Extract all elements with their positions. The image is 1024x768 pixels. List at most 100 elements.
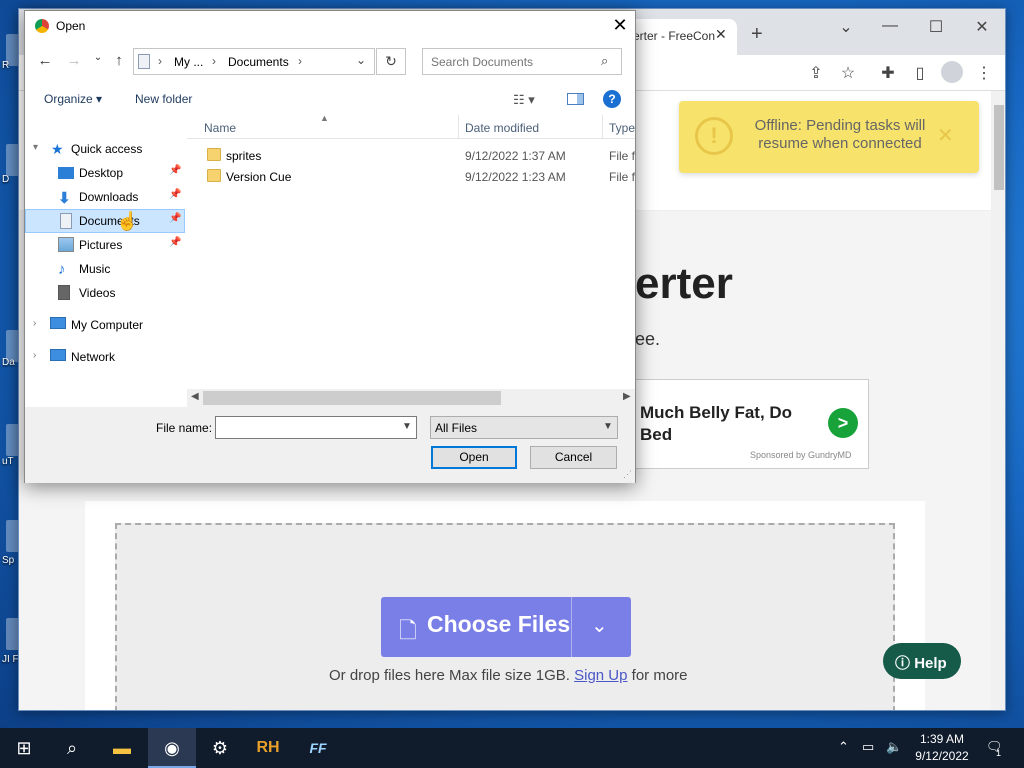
volume-icon[interactable]: 🔈 [886,739,902,755]
taskbar: ⊞ ⌕ ▬ ◉ ⚙ RH FF ⌃ ▭ 🔈 1:39 AM 9/12/2022 … [0,728,1024,768]
scroll-left-icon[interactable]: ◀ [191,391,199,402]
chevron-right-icon[interactable]: › [158,54,162,68]
expand-icon[interactable]: › [33,350,36,361]
close-window-icon[interactable]: ✕ [967,17,997,37]
forward-arrow-icon[interactable]: → [65,52,83,69]
nav-item-downloads[interactable]: ⬇ Downloads 📌 [25,185,185,209]
chevron-right-icon[interactable]: › [298,54,302,68]
ad-arrow-icon[interactable]: > [828,408,858,438]
column-name[interactable]: Name [204,121,236,135]
search-input[interactable] [423,49,595,74]
refresh-icon[interactable]: ↻ [376,48,406,75]
file-plus-icon: 🗋 [399,618,417,643]
toast-close-icon[interactable]: ✕ [937,123,954,148]
file-type-value: All Files [435,421,478,435]
cancel-button[interactable]: Cancel [530,446,617,469]
scrollbar-thumb[interactable] [203,391,501,405]
nav-item-my-computer[interactable]: › My Computer [25,313,185,337]
chrome-icon [35,19,49,33]
pin-icon: 📌 [169,189,182,200]
desktop-shortcut-label: Sp [2,555,15,566]
settings-gear-icon[interactable]: ⚙ [196,728,244,768]
column-divider[interactable] [602,115,603,139]
file-row[interactable]: Version Cue 9/12/2022 1:23 AM File folde… [187,166,635,187]
side-panel-icon[interactable]: ▯ [909,63,931,83]
dialog-navbar: ← → ⌄ ↑ › My ... › Documents › ⌄ ↻ ⌕ [25,41,635,81]
chrome-icon[interactable]: ◉ [148,728,196,768]
maximize-icon[interactable]: ☐ [921,17,951,37]
column-type[interactable]: Type [609,121,635,135]
search-box[interactable]: ⌕ [422,48,622,75]
tab-close-icon[interactable]: ✕ [715,26,727,43]
scroll-right-icon[interactable]: ▶ [623,391,631,402]
chevron-down-icon[interactable]: ▼ [402,421,412,432]
bookmark-star-icon[interactable]: ☆ [837,63,859,83]
nav-item-network[interactable]: › Network [25,345,185,369]
nav-item-documents[interactable]: Documents 📌 [25,209,185,233]
extensions-icon[interactable]: ✚ [877,63,899,83]
computer-icon [50,317,66,329]
pin-icon: 📌 [169,165,182,176]
dialog-titlebar: Open ✕ [25,11,635,41]
advertisement[interactable]: Much Belly Fat, Do Bed > Sponsored by Gu… [619,379,869,469]
dialog-title: Open [56,19,86,33]
view-options-icon[interactable]: ☷ ▾ [513,92,535,108]
resize-grip-icon[interactable]: ⋰ [623,469,632,480]
sign-up-link[interactable]: Sign Up [574,667,627,684]
chevron-right-icon[interactable]: › [212,54,216,68]
help-button[interactable]: ⓘ Help [883,643,961,679]
chevron-down-icon[interactable]: ⌄ [591,613,608,638]
network-icon [50,349,66,361]
organize-menu[interactable]: Organize ▾ [44,92,102,106]
nav-item-videos[interactable]: Videos [25,281,185,305]
chevron-down-icon[interactable]: ⌄ [356,53,366,67]
column-divider[interactable] [458,115,459,139]
drop-zone[interactable]: 🗋 Choose Files ⌄ Or drop files here Max … [115,523,895,710]
chevron-up-icon[interactable]: ⌃ [838,739,849,755]
help-icon[interactable]: ? [603,90,621,108]
minimize-icon[interactable]: — [875,17,905,35]
rh-app-icon[interactable]: RH [244,728,292,768]
expand-icon[interactable]: ▾ [33,142,38,153]
upload-area: 🗋 Choose Files ⌄ Or drop files here Max … [85,501,925,710]
nav-item-label: Network [71,350,116,364]
address-bar[interactable]: › My ... › Documents › ⌄ [133,48,375,75]
recent-locations-icon[interactable]: ⌄ [89,52,107,63]
tab-search-icon[interactable]: ⌄ [831,17,861,37]
choose-files-button[interactable]: 🗋 Choose Files ⌄ [381,597,631,657]
ff-app-icon[interactable]: FF [294,728,342,768]
breadcrumb-segment[interactable]: My ... [174,55,203,69]
page-scrollbar[interactable] [991,91,1005,710]
close-icon[interactable]: ✕ [608,15,632,36]
scrollbar-thumb[interactable] [994,105,1004,190]
back-arrow-icon[interactable]: ← [36,52,54,69]
network-tray-icon[interactable]: ▭ [862,739,874,755]
nav-item-pictures[interactable]: Pictures 📌 [25,233,185,257]
clock[interactable]: 1:39 AM 9/12/2022 [912,731,972,765]
nav-item-music[interactable]: ♪ Music [25,257,185,281]
new-tab-icon[interactable]: + [751,23,763,46]
column-date-modified[interactable]: Date modified [465,121,539,135]
nav-item-label: My Computer [71,318,144,332]
desktop-shortcut-label: Da [2,357,15,368]
nav-item-label: Videos [79,286,116,300]
expand-icon[interactable]: › [33,318,36,329]
file-type-select[interactable]: All Files ▼ [430,416,618,439]
menu-icon[interactable]: ⋮ [973,63,995,83]
file-row[interactable]: sprites 9/12/2022 1:37 AM File folder [187,145,635,166]
profile-avatar[interactable] [941,61,963,83]
new-folder-button[interactable]: New folder [135,92,192,106]
nav-item-quick-access[interactable]: ▾ ★ Quick access [25,137,185,161]
share-icon[interactable]: ⇪ [805,63,827,83]
windows-start-icon[interactable]: ⊞ [0,728,48,768]
file-explorer-icon[interactable]: ▬ [98,728,146,768]
up-arrow-icon[interactable]: ↑ [110,52,128,69]
preview-pane-icon[interactable] [567,93,584,105]
search-icon[interactable]: ⌕ [48,728,96,768]
file-name-input[interactable] [215,416,417,439]
nav-item-desktop[interactable]: Desktop 📌 [25,161,185,185]
breadcrumb-segment[interactable]: Documents [228,55,289,69]
open-button[interactable]: Open [431,446,517,469]
horizontal-scrollbar[interactable]: ◀ ▶ [187,389,635,407]
dialog-commandbar: Organize ▾ New folder ☷ ▾ ? [25,85,635,113]
